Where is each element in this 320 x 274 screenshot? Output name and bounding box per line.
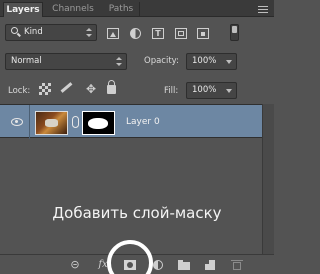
select-arrows-icon xyxy=(116,57,122,67)
lock-all-icon[interactable] xyxy=(107,80,116,94)
fill-value: 100% xyxy=(192,85,217,95)
layer-thumbnail[interactable] xyxy=(35,111,68,135)
layer-mask-thumbnail[interactable] xyxy=(82,111,115,135)
layer-row[interactable]: Layer 0 xyxy=(0,104,262,139)
new-layer-icon[interactable] xyxy=(204,260,216,270)
adjustment-layer-icon[interactable] xyxy=(152,260,164,270)
smart-object-filter-icon[interactable] xyxy=(197,28,209,39)
panel-menu-icon[interactable] xyxy=(258,6,268,13)
group-folder-icon[interactable] xyxy=(178,260,190,270)
opacity-value: 100% xyxy=(192,56,217,66)
opacity-input[interactable]: 100% xyxy=(186,53,237,70)
chevron-down-icon[interactable] xyxy=(226,60,232,64)
chevron-down-icon[interactable] xyxy=(226,89,232,93)
filter-kind-label: Kind xyxy=(24,27,43,37)
panel-tabbar: Layers Channels Paths xyxy=(0,0,274,17)
tooltip-caption: Добавить слой-маску xyxy=(52,204,222,222)
layer-name[interactable]: Layer 0 xyxy=(126,117,160,127)
visibility-eye-icon[interactable] xyxy=(11,118,23,126)
adjustment-filter-icon[interactable] xyxy=(130,28,142,39)
blend-mode-value: Normal xyxy=(11,56,42,66)
type-filter-icon[interactable]: T xyxy=(152,28,164,39)
tab-paths[interactable]: Paths xyxy=(103,2,139,17)
shape-filter-icon[interactable] xyxy=(175,28,187,39)
link-layers-icon[interactable]: ⊝ xyxy=(69,259,81,270)
lock-transparent-pixels-icon[interactable] xyxy=(39,83,51,95)
highlight-circle xyxy=(107,240,153,274)
lock-image-pixels-icon[interactable] xyxy=(60,82,73,93)
lock-label: Lock: xyxy=(8,86,31,96)
tab-channels[interactable]: Channels xyxy=(48,2,98,17)
tab-layers[interactable]: Layers xyxy=(3,2,43,17)
fill-input[interactable]: 100% xyxy=(186,82,237,99)
blend-mode-select[interactable]: Normal xyxy=(5,53,127,70)
image-filter-icon[interactable] xyxy=(107,28,119,39)
fill-label: Fill: xyxy=(164,86,179,96)
select-arrows-icon xyxy=(86,28,92,38)
lock-position-icon[interactable]: ✥ xyxy=(84,82,98,96)
mask-link-icon[interactable] xyxy=(72,116,79,128)
search-handle xyxy=(17,32,21,37)
filter-kind-select[interactable]: Kind xyxy=(5,24,97,41)
trash-icon[interactable] xyxy=(231,260,243,270)
opacity-label: Opacity: xyxy=(144,56,179,66)
row-divider xyxy=(29,105,30,139)
filter-toggle-switch[interactable] xyxy=(230,24,239,41)
layers-scrollbar[interactable] xyxy=(262,104,274,254)
tab-divider xyxy=(139,2,140,17)
